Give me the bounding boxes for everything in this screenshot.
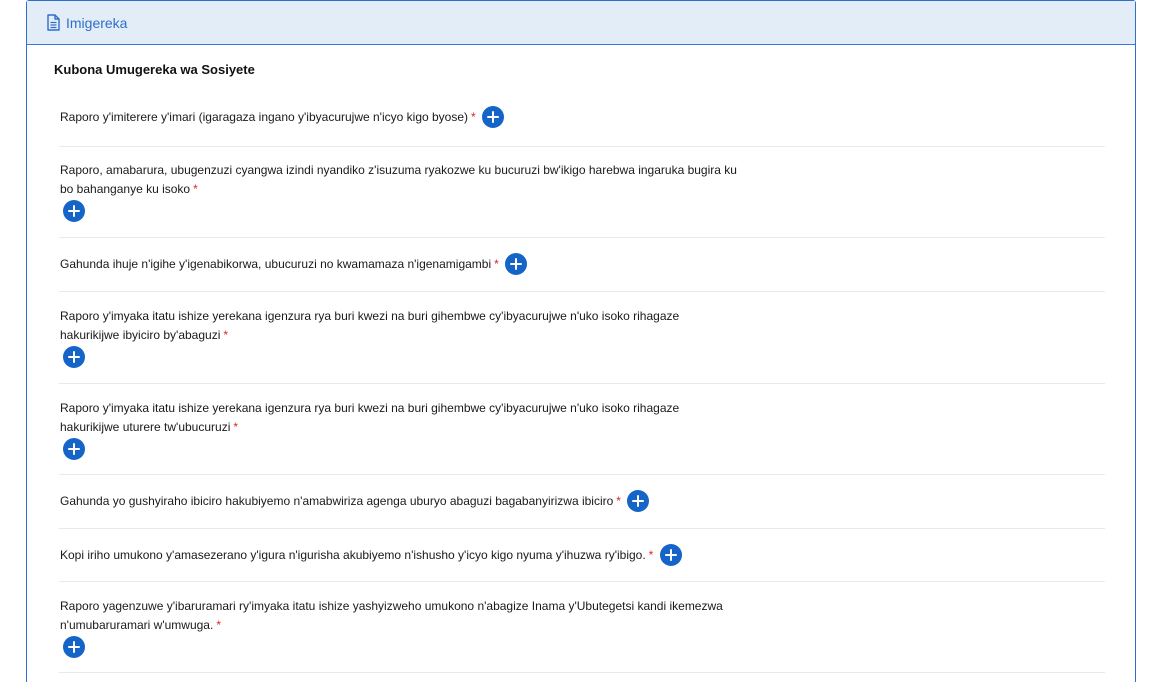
item-label: Gahunda ihuje n'igihe y'igenabikorwa, ub… (60, 257, 492, 272)
item-label: Gahunda yo gushyiraho ibiciro hakubiyemo… (60, 494, 614, 509)
add-attachment-button[interactable] (63, 346, 85, 368)
item-label: Raporo y'imyaka itatu ishize yerekana ig… (60, 401, 680, 434)
list-item: Raporo y'imiterere y'imari (igaragaza in… (59, 95, 1105, 147)
panel-header: Imigereka (27, 1, 1135, 45)
attachment-list: Raporo y'imiterere y'imari (igaragaza in… (59, 95, 1105, 673)
required-marker: * (193, 182, 198, 196)
plus-icon (632, 495, 645, 507)
item-label: Raporo y'imyaka itatu ishize yerekana ig… (60, 309, 680, 342)
required-marker: * (648, 548, 654, 563)
section-title: Kubona Umugereka wa Sosiyete (54, 62, 255, 77)
add-attachment-button[interactable] (63, 636, 85, 658)
add-attachment-button[interactable] (659, 544, 682, 566)
plus-icon (68, 205, 80, 217)
list-item: Raporo, amabarura, ubugenzuzi cyangwa iz… (59, 147, 1105, 238)
required-marker: * (471, 110, 476, 125)
required-marker: * (216, 618, 221, 632)
item-label: Raporo yagenzuwe y'ibaruramari ry'imyaka… (60, 599, 723, 632)
item-label: Kopi iriho umukono y'amasezerano y'igura… (60, 548, 646, 563)
list-item: Raporo yagenzuwe y'ibaruramari ry'imyaka… (59, 582, 1105, 673)
add-attachment-button[interactable] (505, 253, 528, 275)
document-icon (46, 14, 61, 31)
list-item: Raporo y'imyaka itatu ishize yerekana ig… (59, 292, 1105, 384)
list-item: Raporo y'imyaka itatu ishize yerekana ig… (59, 384, 1105, 475)
required-marker: * (223, 328, 229, 342)
add-attachment-button[interactable] (63, 438, 85, 460)
list-item: Gahunda ihuje n'igihe y'igenabikorwa, ub… (59, 238, 1105, 292)
plus-icon (664, 549, 677, 561)
list-item: Gahunda yo gushyiraho ibiciro hakubiyemo… (59, 475, 1105, 529)
panel-title: Imigereka (66, 14, 128, 31)
plus-icon (68, 443, 80, 455)
attachments-panel: Imigereka Kubona Umugereka wa Sosiyete R… (26, 0, 1136, 682)
add-attachment-button[interactable] (63, 200, 85, 222)
plus-icon (487, 111, 500, 123)
required-marker: * (494, 257, 499, 272)
add-attachment-button[interactable] (627, 490, 650, 512)
required-marker: * (233, 420, 239, 434)
list-item: Kopi iriho umukono y'amasezerano y'igura… (59, 529, 1105, 582)
plus-icon (68, 641, 80, 653)
required-marker: * (616, 494, 621, 509)
item-label: Raporo, amabarura, ubugenzuzi cyangwa iz… (60, 163, 737, 196)
add-attachment-button[interactable] (482, 106, 505, 128)
plus-icon (68, 351, 80, 363)
item-label: Raporo y'imiterere y'imari (igaragaza in… (60, 110, 469, 125)
plus-icon (510, 258, 523, 270)
